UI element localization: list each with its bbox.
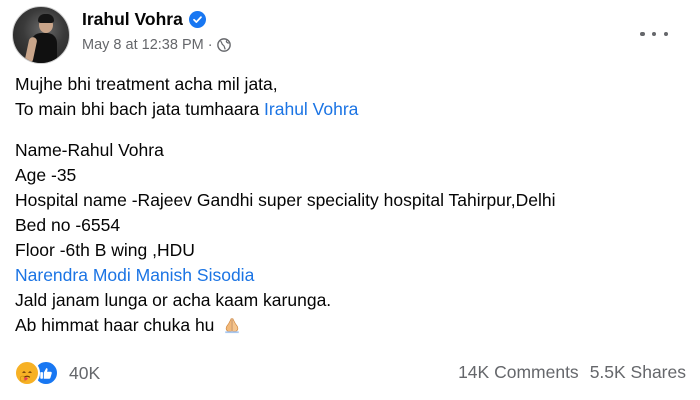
avatar-hair bbox=[38, 14, 54, 23]
verified-badge-icon bbox=[188, 10, 206, 28]
facebook-post: Irahul Vohra May 8 at 12:38 PM · Mujhe b… bbox=[0, 0, 700, 400]
meta-separator: · bbox=[207, 37, 213, 53]
folded-hands-icon bbox=[223, 316, 241, 341]
closing-line: Jald janam lunga or acha kaam karunga. bbox=[15, 290, 332, 310]
author-name[interactable]: Irahul Vohra bbox=[82, 9, 183, 30]
reaction-summary[interactable]: 40K bbox=[14, 360, 100, 386]
detail-line: Age -35 bbox=[15, 165, 77, 185]
author-name-row: Irahul Vohra bbox=[82, 7, 206, 31]
text-line: To main bhi bach jata tumhaara Irahul Vo… bbox=[15, 97, 687, 122]
text-segment: Ab himmat haar chuka hu bbox=[15, 315, 215, 335]
author-avatar[interactable] bbox=[12, 6, 70, 64]
mention-link[interactable]: Irahul Vohra bbox=[264, 99, 358, 119]
reaction-count[interactable]: 40K bbox=[69, 363, 100, 384]
post-footer: 40K 14K Comments 5.5K Shares bbox=[14, 358, 686, 390]
mentions-line: Narendra Modi Manish Sisodia bbox=[15, 263, 687, 288]
more-dot bbox=[640, 31, 645, 37]
closing-line: Ab himmat haar chuka hu bbox=[15, 313, 687, 338]
post-meta: May 8 at 12:38 PM · bbox=[82, 36, 231, 54]
text-segment: To main bhi bach jata tumhaara bbox=[15, 99, 260, 119]
post-header: Irahul Vohra May 8 at 12:38 PM · bbox=[12, 6, 688, 64]
detail-line: Bed no -6554 bbox=[15, 215, 121, 235]
post-text: Mujhe bhi treatment acha mil jata, To ma… bbox=[15, 72, 687, 338]
detail-line: Name-Rahul Vohra bbox=[15, 140, 164, 160]
mention-link[interactable]: Manish Sisodia bbox=[136, 265, 255, 285]
more-dot bbox=[651, 31, 657, 37]
comments-count[interactable]: 14K Comments bbox=[458, 362, 579, 383]
mention-link[interactable]: Narendra Modi bbox=[15, 265, 131, 285]
text-line: Mujhe bhi treatment acha mil jata, bbox=[15, 74, 278, 94]
more-options-icon[interactable] bbox=[640, 24, 668, 44]
care-icon bbox=[14, 360, 40, 386]
globe-icon[interactable] bbox=[216, 38, 231, 52]
post-timestamp[interactable]: May 8 at 12:38 PM bbox=[82, 37, 204, 53]
detail-line: Floor -6th B wing ,HDU bbox=[15, 240, 195, 260]
more-dot bbox=[663, 31, 668, 37]
engagement-stats: 14K Comments 5.5K Shares bbox=[458, 362, 686, 383]
detail-line: Hospital name -Rajeev Gandhi super speci… bbox=[15, 190, 556, 210]
shares-count[interactable]: 5.5K Shares bbox=[590, 362, 686, 383]
